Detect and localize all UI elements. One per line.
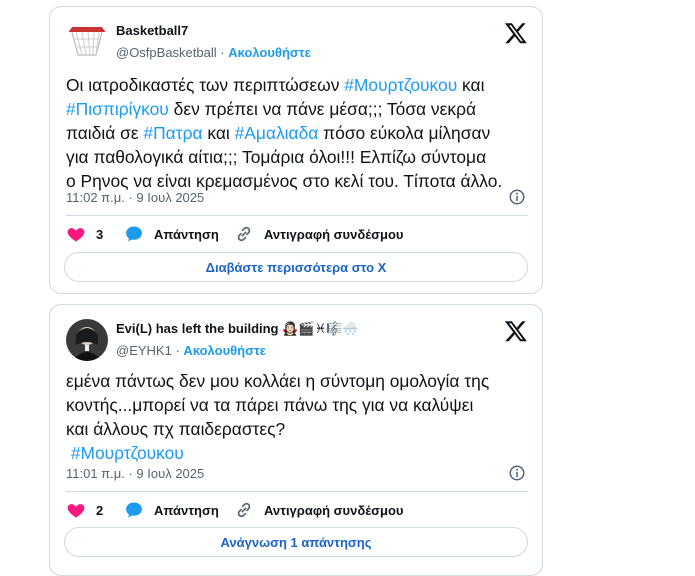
author-handle-line: @OsfpBasketball · Ακολουθήστε xyxy=(116,45,311,60)
copy-link-button[interactable]: Αντιγραφή συνδέσμου xyxy=(234,498,403,522)
profile-photo-icon xyxy=(66,319,108,361)
x-logo-icon[interactable] xyxy=(504,21,528,45)
link-icon xyxy=(237,502,251,518)
link-icon xyxy=(237,226,251,242)
tweet-card-2[interactable]: Evi(L) has left the building 🧛🏻‍♀️🎬♓🎼🌨️ … xyxy=(49,304,543,576)
reply-label: Απάντηση xyxy=(154,502,219,518)
tweet-timestamp[interactable]: 11:01 π.μ. · 9 Ιουλ 2025 xyxy=(66,466,204,481)
author-handle[interactable]: @OsfpBasketball xyxy=(116,45,217,60)
divider xyxy=(66,215,528,216)
tweet-header: Basketball7 @OsfpBasketball · Ακολουθήστ… xyxy=(66,21,528,65)
x-logo-icon[interactable] xyxy=(504,319,528,343)
reply-bubble-icon xyxy=(126,502,142,518)
reply-label: Απάντηση xyxy=(154,226,219,242)
reply-button[interactable]: Απάντηση xyxy=(124,498,219,522)
info-icon[interactable] xyxy=(508,188,526,206)
tweet-text-segment: και xyxy=(462,75,485,95)
read-replies-button[interactable]: Ανάγνωση 1 απάντησης xyxy=(64,527,528,557)
author-handle-line: @EYHK1 · Ακολουθήστε xyxy=(116,343,266,358)
divider xyxy=(66,491,528,492)
author-handle[interactable]: @EYHK1 xyxy=(116,343,172,358)
like-button[interactable]: 2 xyxy=(66,498,103,522)
author-name[interactable]: Basketball7 xyxy=(116,23,188,38)
hashtag-link[interactable]: #Αμαλιαδα xyxy=(235,123,319,143)
avatar[interactable] xyxy=(66,21,108,63)
action-bar: 2 Απάντηση Αντιγραφή συνδέσμου xyxy=(66,498,528,522)
author-name[interactable]: Evi(L) has left the building 🧛🏻‍♀️🎬♓🎼🌨️ xyxy=(116,321,359,337)
hashtag-link[interactable]: #Πατρα xyxy=(143,123,202,143)
tweet-header: Evi(L) has left the building 🧛🏻‍♀️🎬♓🎼🌨️ … xyxy=(66,319,528,363)
avatar[interactable] xyxy=(66,319,108,361)
like-count: 2 xyxy=(96,502,104,518)
hashtag-link[interactable]: #Πισπιρίγκου xyxy=(66,99,169,119)
like-button[interactable]: 3 xyxy=(66,222,103,246)
tweet-text-segment: και xyxy=(202,123,235,143)
reply-button[interactable]: Απάντηση xyxy=(124,222,219,246)
follow-button[interactable]: Ακολουθήστε xyxy=(183,343,266,358)
basketball-hoop-icon xyxy=(66,21,108,63)
hashtag-link[interactable]: #Μουρτζουκου xyxy=(71,443,184,463)
tweet-timestamp[interactable]: 11:02 π.μ. · 9 Ιουλ 2025 xyxy=(66,190,204,205)
reply-bubble-icon xyxy=(126,226,142,242)
tweet-text-segment: Οι ιατροδικαστές των περιπτώσεων xyxy=(66,75,345,95)
tweet-text: εμένα πάντως δεν μου κολλάει η σύντομη ο… xyxy=(66,369,528,465)
copy-link-label: Αντιγραφή συνδέσμου xyxy=(264,502,404,518)
tweet-text: Οι ιατροδικαστές των περιπτώσεων #Μουρτζ… xyxy=(66,73,528,193)
action-bar: 3 Απάντηση Αντιγραφή συνδέσμου xyxy=(66,222,528,246)
copy-link-button[interactable]: Αντιγραφή συνδέσμου xyxy=(234,222,403,246)
heart-icon xyxy=(67,228,85,242)
like-count: 3 xyxy=(96,226,104,242)
tweet-card-1[interactable]: Basketball7 @OsfpBasketball · Ακολουθήστ… xyxy=(49,6,543,294)
heart-icon xyxy=(67,504,85,518)
read-more-button[interactable]: Διαβάστε περισσότερα στο X xyxy=(64,252,528,282)
info-icon[interactable] xyxy=(508,464,526,482)
hashtag-link[interactable]: #Μουρτζουκου xyxy=(344,75,457,95)
follow-button[interactable]: Ακολουθήστε xyxy=(228,45,311,60)
copy-link-label: Αντιγραφή συνδέσμου xyxy=(264,226,404,242)
